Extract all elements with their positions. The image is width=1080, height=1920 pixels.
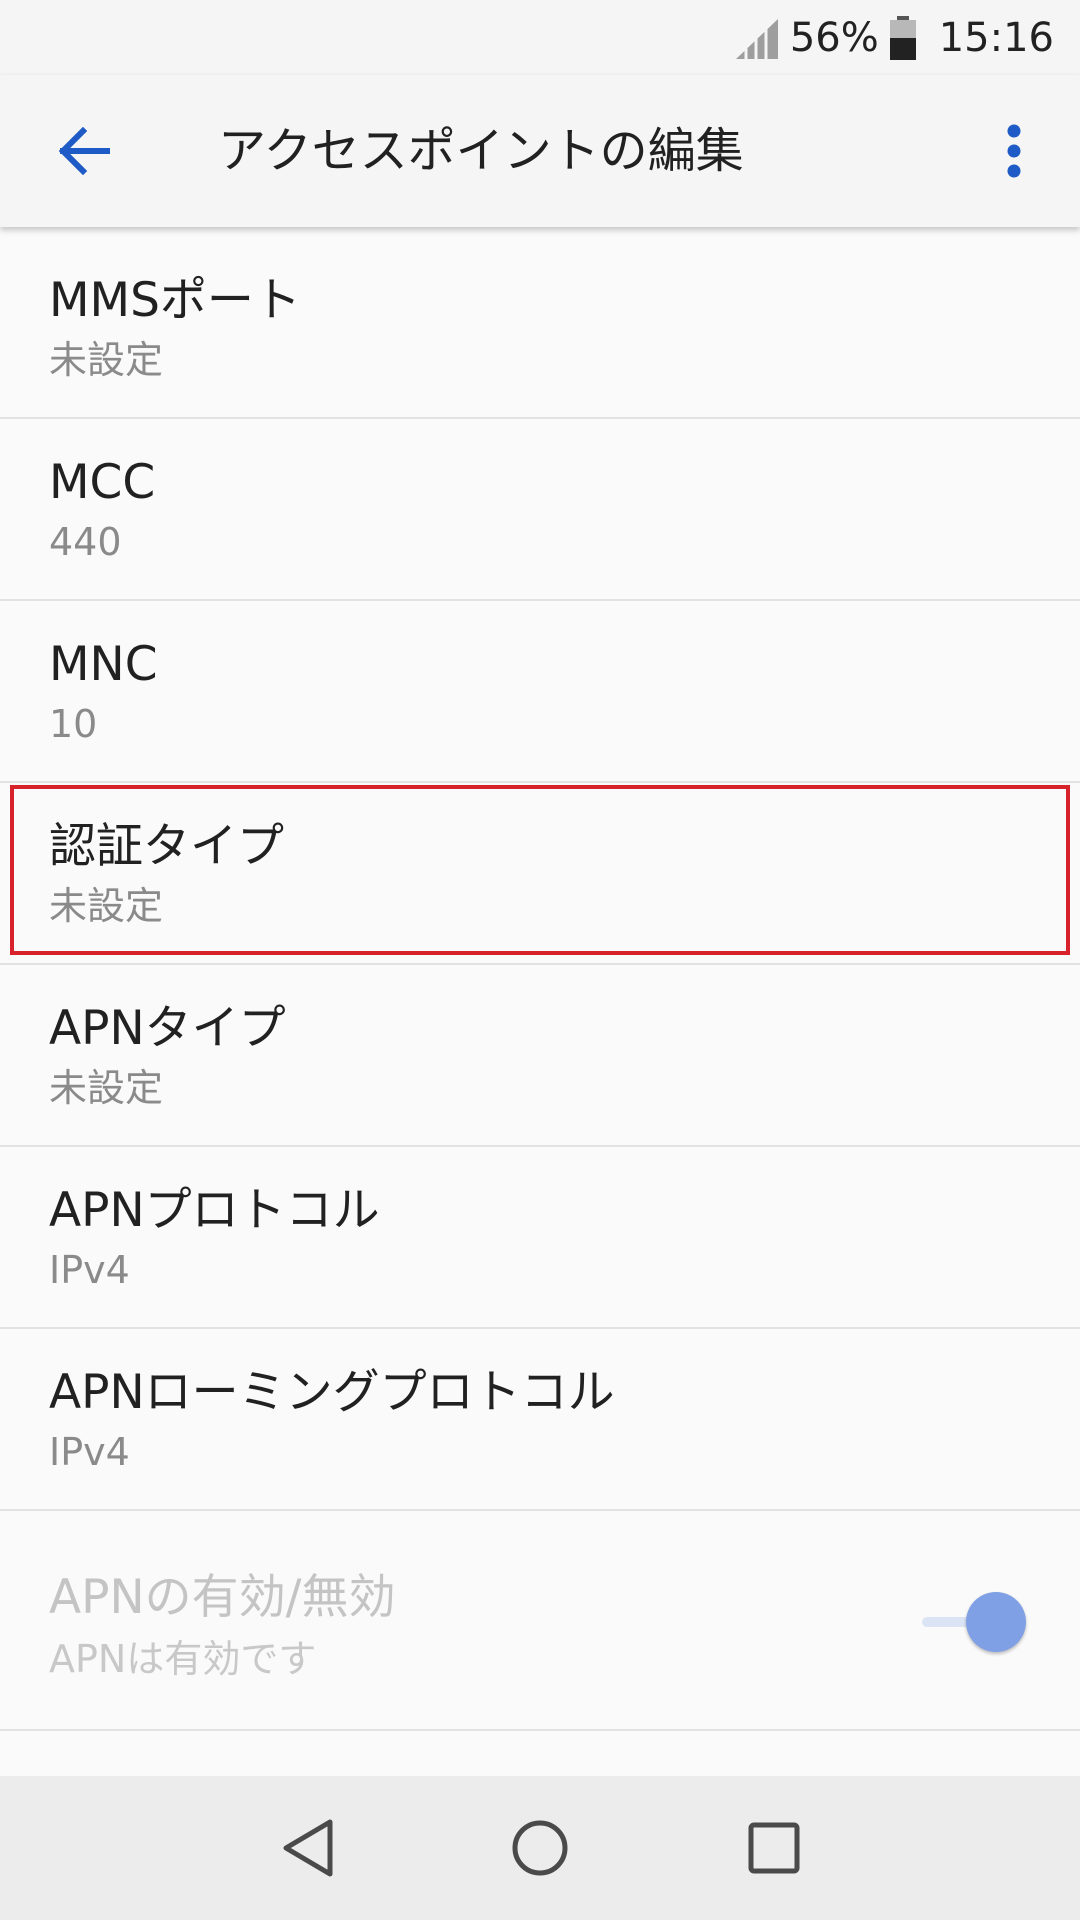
navigation-bar: [0, 1776, 1080, 1920]
setting-title: APNタイプ: [49, 1001, 286, 1056]
home-circle-icon: [512, 1820, 568, 1876]
status-indicators: 56% 15:16: [734, 12, 1054, 64]
back-button[interactable]: [44, 115, 124, 187]
apn-enable-switch: [922, 1592, 1026, 1652]
overflow-menu-button[interactable]: [984, 113, 1044, 189]
setting-summary: 未設定: [49, 884, 164, 928]
setting-apn-enable: APNの有効/無効 APNは有効です: [0, 1511, 1080, 1731]
settings-list: MMSポート 未設定 MCC 440 MNC 10 認証タイプ 未設定 APNタ…: [0, 237, 1080, 1731]
back-triangle-icon: [283, 1819, 333, 1877]
signal-icon: [735, 17, 778, 59]
setting-summary: 10: [49, 702, 98, 746]
setting-summary: IPv4: [49, 1430, 130, 1474]
setting-mnc[interactable]: MNC 10: [0, 601, 1080, 783]
setting-mms-port[interactable]: MMSポート 未設定: [0, 237, 1080, 419]
battery-icon: [889, 16, 916, 60]
arrow-left-icon: [58, 127, 110, 175]
setting-title: MCC: [49, 455, 156, 510]
nav-home-button[interactable]: [500, 1808, 580, 1888]
setting-title: MMSポート: [49, 273, 301, 328]
setting-title: APNローミングプロトコル: [49, 1365, 615, 1420]
setting-auth-type[interactable]: 認証タイプ 未設定: [0, 783, 1080, 965]
setting-summary: IPv4: [49, 1248, 130, 1292]
setting-title: 認証タイプ: [49, 819, 284, 874]
setting-title: APNプロトコル: [49, 1183, 380, 1238]
setting-mcc[interactable]: MCC 440: [0, 419, 1080, 601]
setting-summary: 未設定: [49, 1066, 164, 1110]
battery-percent: 56%: [789, 15, 879, 61]
app-bar: アクセスポイントの編集: [0, 75, 1080, 227]
setting-summary: APNは有効です: [49, 1637, 317, 1681]
setting-summary: 440: [49, 520, 122, 564]
more-vertical-icon: [1007, 124, 1021, 178]
clock: 15:16: [938, 15, 1054, 61]
setting-title: APNの有効/無効: [49, 1570, 396, 1625]
setting-apn-protocol[interactable]: APNプロトコル IPv4: [0, 1147, 1080, 1329]
switch-thumb: [966, 1592, 1026, 1652]
setting-summary: 未設定: [49, 338, 164, 382]
setting-title: MNC: [49, 637, 158, 692]
nav-back-button[interactable]: [268, 1808, 348, 1888]
page-title: アクセスポイントの編集: [218, 123, 744, 179]
setting-apn-roaming-protocol[interactable]: APNローミングプロトコル IPv4: [0, 1329, 1080, 1511]
status-bar: 56% 15:16: [0, 0, 1080, 75]
recents-square-icon: [748, 1822, 800, 1874]
setting-apn-type[interactable]: APNタイプ 未設定: [0, 965, 1080, 1147]
nav-recents-button[interactable]: [734, 1808, 814, 1888]
